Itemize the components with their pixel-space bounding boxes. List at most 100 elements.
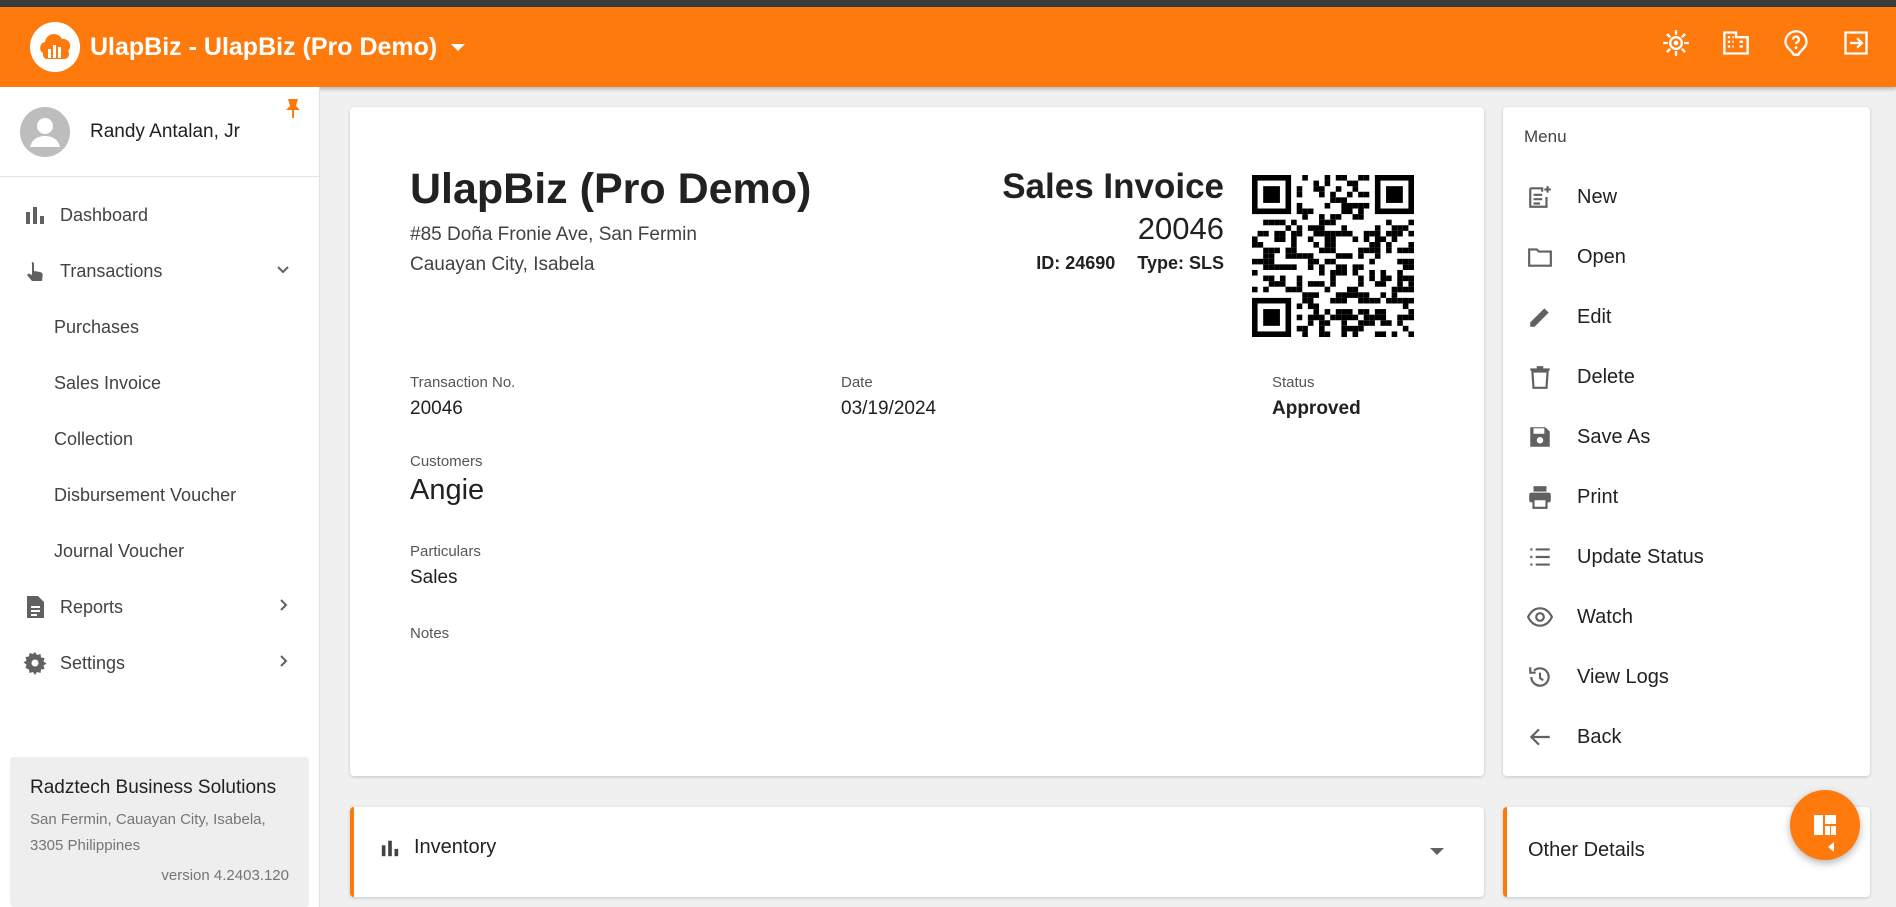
save-icon — [1525, 422, 1555, 452]
customers-field: Customers Angie — [410, 453, 484, 507]
menu-view-logs[interactable]: View Logs — [1503, 647, 1870, 707]
invoice-header: Sales Invoice 20046 ID: 24690 Type: SLS — [1002, 167, 1224, 274]
sidebar-item-label: Settings — [60, 652, 126, 673]
menu-watch[interactable]: Watch — [1503, 587, 1870, 647]
menu-save-as[interactable]: Save As — [1503, 407, 1870, 467]
other-details-label: Other Details — [1528, 839, 1645, 861]
ulapbiz-logo[interactable] — [30, 22, 80, 72]
user-profile: Randy Antalan, Jr — [0, 87, 319, 177]
field-label: Status — [1272, 374, 1315, 391]
address-line2: Cauayan City, Isabela — [410, 254, 595, 275]
invoice-document: UlapBiz (Pro Demo) #85 Doña Fronie Ave, … — [350, 107, 1484, 776]
sidebar-item-reports[interactable]: Reports — [0, 579, 319, 635]
field-label: Transaction No. — [410, 374, 516, 391]
eye-icon — [1525, 602, 1555, 632]
sidebar-item-dashboard[interactable]: Dashboard — [0, 187, 319, 243]
status-value: Approved — [1272, 398, 1361, 419]
chevron-right-icon[interactable] — [275, 597, 291, 618]
chevron-right-icon[interactable] — [275, 653, 291, 674]
qr-code — [1252, 175, 1414, 337]
company-address: #85 Doña Fronie Ave, San Fermin Cauayan … — [410, 220, 697, 280]
company-name: Radztech Business Solutions — [30, 777, 277, 798]
field-label: Customers — [410, 453, 483, 470]
pencil-icon — [1525, 302, 1555, 332]
sidebar-item-label: Transactions — [60, 260, 163, 281]
document-type: Sales Invoice — [1002, 167, 1224, 206]
menu-item-label: Edit — [1577, 305, 1612, 328]
building-icon[interactable] — [1718, 25, 1754, 61]
gear-icon — [22, 650, 48, 676]
sidebar-item-settings[interactable]: Settings — [0, 635, 319, 691]
sidebar-subitem-journal-voucher[interactable]: Journal Voucher — [0, 523, 319, 579]
document-icon — [22, 594, 48, 620]
new-document-icon — [1525, 182, 1555, 212]
menu-delete[interactable]: Delete — [1503, 347, 1870, 407]
app-version: version 4.2403.120 — [161, 867, 289, 884]
transaction-no-value: 20046 — [410, 398, 463, 419]
menu-edit[interactable]: Edit — [1503, 287, 1870, 347]
history-icon — [1525, 662, 1555, 692]
touch-icon — [22, 258, 48, 284]
bar-chart-icon — [380, 838, 400, 863]
field-label: Date — [841, 374, 873, 391]
pin-icon[interactable] — [283, 97, 303, 124]
trash-icon — [1525, 362, 1555, 392]
sidebar: Randy Antalan, Jr Dashboard Transactions… — [0, 87, 320, 907]
company-dropdown-icon[interactable] — [451, 43, 466, 51]
menu-item-label: New — [1577, 185, 1618, 208]
company-title: UlapBiz (Pro Demo) — [410, 165, 812, 213]
sidebar-item-label: Reports — [60, 596, 124, 617]
menu-open[interactable]: Open — [1503, 227, 1870, 287]
top-strip — [0, 0, 1896, 7]
quick-actions-button[interactable] — [1790, 790, 1860, 860]
list-icon — [1525, 542, 1555, 572]
app-title[interactable]: UlapBiz - UlapBiz (Pro Demo) — [90, 33, 437, 62]
brightness-icon[interactable] — [1658, 25, 1694, 61]
inventory-panel[interactable]: Inventory — [350, 807, 1484, 897]
menu-heading: Menu — [1524, 127, 1567, 146]
logout-icon[interactable] — [1838, 25, 1874, 61]
menu-item-label: Back — [1577, 725, 1622, 748]
arrow-left-icon — [1525, 722, 1555, 752]
actions-menu: Menu New Open Edit Delete Save As Print … — [1503, 107, 1870, 776]
document-id: ID: 24690 — [1036, 253, 1116, 273]
company-address-line1: San Fermin, Cauayan City, Isabela, — [30, 811, 266, 828]
menu-item-label: Print — [1577, 485, 1619, 508]
chevron-down-icon[interactable] — [1430, 848, 1444, 855]
app-header: UlapBiz - UlapBiz (Pro Demo) — [0, 7, 1896, 87]
menu-new[interactable]: New — [1503, 167, 1870, 227]
particulars-value: Sales — [410, 567, 458, 588]
sidebar-item-transactions[interactable]: Transactions — [0, 243, 319, 299]
menu-item-label: View Logs — [1577, 665, 1669, 688]
menu-item-label: Update Status — [1577, 545, 1704, 568]
menu-back[interactable]: Back — [1503, 707, 1870, 767]
help-icon[interactable] — [1778, 25, 1814, 61]
sidebar-subitem-disbursement-voucher[interactable]: Disbursement Voucher — [0, 467, 319, 523]
menu-print[interactable]: Print — [1503, 467, 1870, 527]
document-meta: ID: 24690 Type: SLS — [1002, 253, 1224, 274]
user-name: Randy Antalan, Jr — [90, 120, 240, 142]
document-number: 20046 — [1137, 211, 1224, 246]
sidebar-subitem-collection[interactable]: Collection — [0, 411, 319, 467]
status-field: Status Approved — [1272, 374, 1361, 420]
chevron-down-icon[interactable] — [275, 261, 291, 282]
company-info: Radztech Business Solutions San Fermin, … — [10, 757, 309, 907]
company-address-line2: 3305 Philippines — [30, 837, 141, 854]
address-line1: #85 Doña Fronie Ave, San Fermin — [410, 224, 697, 245]
menu-item-label: Save As — [1577, 425, 1651, 448]
inventory-label: Inventory — [414, 836, 497, 858]
menu-update-status[interactable]: Update Status — [1503, 527, 1870, 587]
document-type-code: Type: SLS — [1137, 253, 1224, 273]
sidebar-subitem-sales-invoice[interactable]: Sales Invoice — [0, 355, 319, 411]
printer-icon — [1525, 482, 1555, 512]
folder-icon — [1525, 242, 1555, 272]
notes-field: Notes — [410, 625, 449, 642]
caret-left-icon — [1828, 842, 1834, 852]
avatar[interactable] — [20, 106, 70, 157]
date-field: Date 03/19/2024 — [841, 374, 936, 420]
sidebar-item-label: Dashboard — [60, 204, 149, 225]
particulars-field: Particulars Sales — [410, 543, 481, 589]
menu-item-label: Open — [1577, 245, 1626, 268]
menu-item-label: Delete — [1577, 365, 1635, 388]
sidebar-subitem-purchases[interactable]: Purchases — [0, 299, 319, 355]
